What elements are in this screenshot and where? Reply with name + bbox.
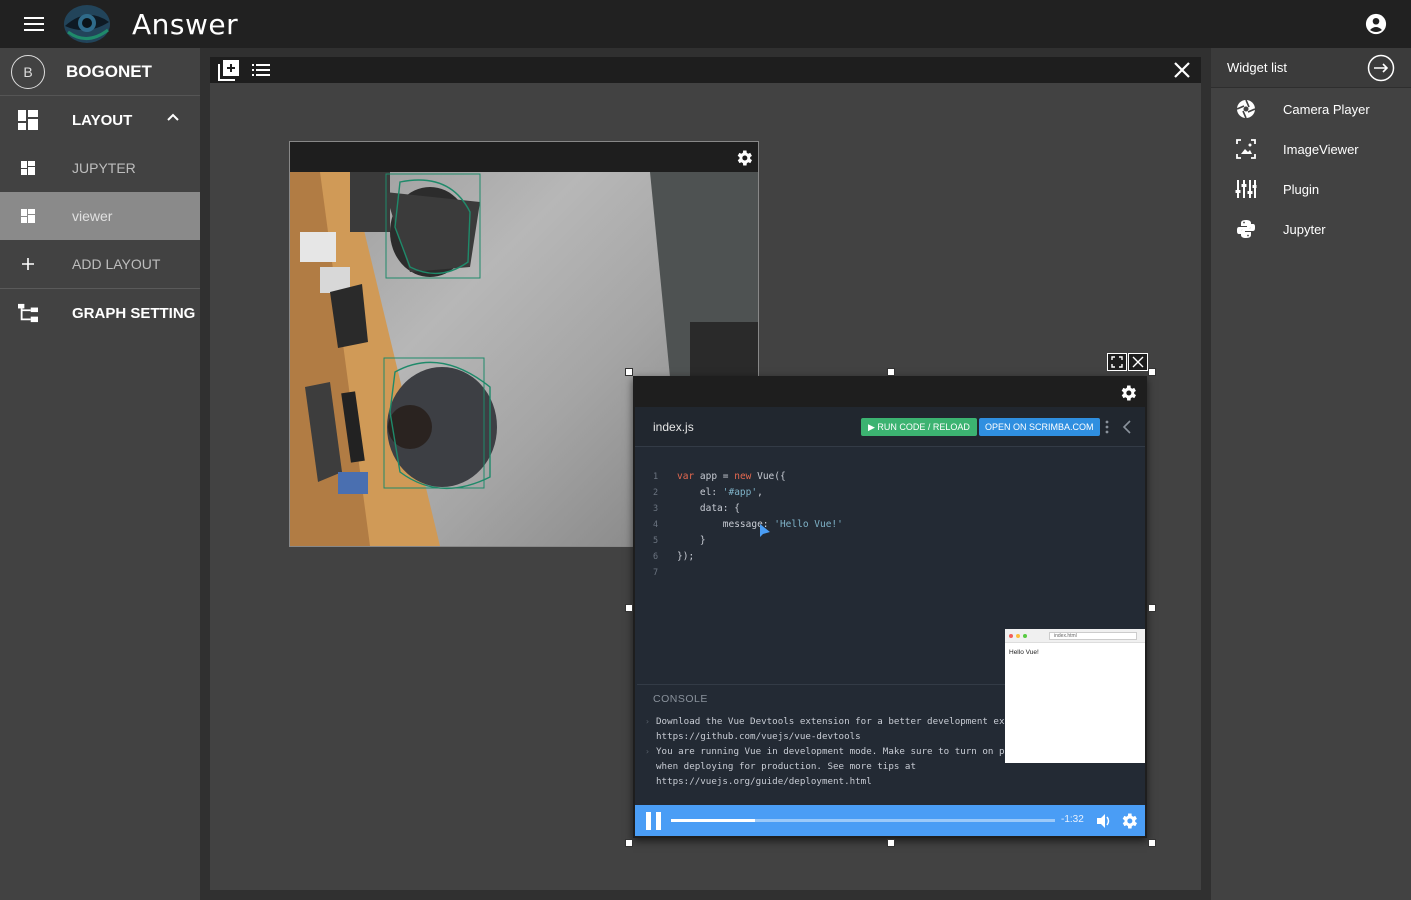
progress-fill bbox=[671, 819, 756, 822]
scrimba-player: index.js ▶ RUN CODE / RELOAD OPEN ON SCR… bbox=[635, 407, 1145, 836]
volume-icon[interactable] bbox=[1095, 812, 1113, 830]
sidebar-item-jupyter[interactable]: JUPYTER bbox=[0, 144, 200, 192]
dashboard-small-icon bbox=[18, 158, 38, 178]
resize-handle[interactable] bbox=[887, 368, 895, 376]
resize-handle[interactable] bbox=[625, 839, 633, 847]
settings-icon[interactable] bbox=[1119, 811, 1139, 831]
console-line: › Download the Vue Devtools extension for… bbox=[645, 716, 1005, 727]
avatar[interactable]: B bbox=[11, 54, 45, 89]
widget-item-imageviewer[interactable]: ImageViewer bbox=[1211, 129, 1411, 169]
editor-header: index.js ▶ RUN CODE / RELOAD OPEN ON SCR… bbox=[635, 407, 1145, 447]
resize-handle[interactable] bbox=[887, 839, 895, 847]
resize-handle[interactable] bbox=[1148, 368, 1156, 376]
widget-item-plugin[interactable]: Plugin bbox=[1211, 169, 1411, 209]
gear-icon[interactable] bbox=[734, 148, 754, 168]
arrow-right-circle-icon[interactable] bbox=[1367, 54, 1395, 82]
fullscreen-icon[interactable] bbox=[1107, 353, 1127, 371]
preview-url: index.html bbox=[1049, 632, 1137, 640]
widget-header bbox=[290, 142, 758, 172]
account-icon[interactable] bbox=[1365, 13, 1387, 35]
resize-handle[interactable] bbox=[1148, 604, 1156, 612]
list-icon[interactable] bbox=[250, 59, 272, 81]
sidebar-item-label: JUPYTER bbox=[72, 160, 136, 176]
plus-icon bbox=[18, 254, 38, 274]
dashboard-icon bbox=[18, 110, 38, 130]
more-vert-icon[interactable] bbox=[1103, 419, 1111, 435]
code-line: 5 } bbox=[653, 535, 706, 546]
widget-item-label: Plugin bbox=[1283, 181, 1320, 197]
browser-preview: index.html Hello Vue! bbox=[1005, 629, 1145, 763]
widget-item-jupyter[interactable]: Jupyter bbox=[1211, 209, 1411, 249]
console-output: › Download the Vue Devtools extension for… bbox=[645, 714, 1005, 794]
time-remaining: -1:32 bbox=[1061, 814, 1084, 825]
plugin-widget[interactable]: index.js ▶ RUN CODE / RELOAD OPEN ON SCR… bbox=[633, 376, 1147, 838]
console-title: CONSOLE bbox=[653, 693, 708, 705]
resize-handle[interactable] bbox=[1148, 839, 1156, 847]
widget-item-label: Jupyter bbox=[1283, 221, 1326, 237]
console-line: › You are running Vue in development mode… bbox=[645, 746, 1005, 757]
code-line: 1 var app = new Vue({ bbox=[653, 471, 786, 482]
image-frame-icon bbox=[1235, 138, 1257, 160]
app-logo bbox=[64, 5, 110, 43]
python-icon bbox=[1235, 218, 1257, 240]
code-line: 4 message: 'Hello Vue!' bbox=[653, 519, 843, 530]
app-title: Answer bbox=[132, 7, 239, 41]
sidebar-item-label: LAYOUT bbox=[72, 111, 133, 129]
equalizer-icon bbox=[1235, 178, 1257, 200]
sidebar-item-label: GRAPH SETTING bbox=[72, 304, 196, 322]
sidebar-item-layout[interactable]: LAYOUT bbox=[0, 96, 200, 144]
aperture-icon bbox=[1235, 98, 1257, 120]
close-icon[interactable] bbox=[1171, 59, 1193, 81]
code-editor[interactable]: 1 var app = new Vue({ 2 el: '#app', 3 dat… bbox=[653, 469, 843, 581]
preview-content: Hello Vue! bbox=[1009, 649, 1039, 656]
file-name: index.js bbox=[653, 419, 694, 434]
gear-icon[interactable] bbox=[1118, 383, 1138, 403]
player-controls: -1:32 bbox=[635, 805, 1145, 836]
widget-list-header: Widget list bbox=[1211, 48, 1411, 88]
open-scrimba-button[interactable]: OPEN ON SCRIMBA.COM bbox=[979, 418, 1100, 436]
sidebar-item-graph-setting[interactable]: GRAPH SETTING bbox=[0, 289, 200, 337]
resize-handle[interactable] bbox=[625, 604, 633, 612]
app-bar: Answer bbox=[0, 0, 1411, 48]
console-divider bbox=[637, 684, 1005, 685]
run-code-button[interactable]: ▶ RUN CODE / RELOAD bbox=[861, 418, 977, 436]
sidebar-item-label: ADD LAYOUT bbox=[72, 256, 161, 272]
close-widget-icon[interactable] bbox=[1128, 353, 1148, 371]
code-line: 2 el: '#app', bbox=[653, 487, 763, 498]
pause-icon[interactable] bbox=[645, 812, 663, 830]
progress-track[interactable] bbox=[671, 819, 1055, 822]
chevron-left-icon[interactable] bbox=[1121, 419, 1133, 435]
preview-toolbar: index.html bbox=[1005, 629, 1145, 643]
widget-list-title: Widget list bbox=[1227, 60, 1287, 75]
graph-tree-icon bbox=[18, 303, 38, 323]
hamburger-menu-icon[interactable] bbox=[24, 12, 48, 36]
workspace-toolbar bbox=[210, 57, 1201, 83]
resize-handle[interactable] bbox=[625, 368, 633, 376]
add-widget-icon[interactable] bbox=[218, 59, 240, 81]
widget-item-label: ImageViewer bbox=[1283, 141, 1359, 157]
code-line: 3 data: { bbox=[653, 503, 740, 514]
mouse-cursor-icon bbox=[760, 524, 770, 537]
widget-item-label: Camera Player bbox=[1283, 101, 1370, 117]
dashboard-small-icon bbox=[18, 206, 38, 226]
sidebar-item-label: viewer bbox=[72, 208, 113, 224]
widget-header bbox=[633, 376, 1147, 407]
code-line: 7 bbox=[653, 568, 659, 578]
widget-item-camera-player[interactable]: Camera Player bbox=[1211, 89, 1411, 129]
profile-name: BOGONET bbox=[66, 61, 152, 81]
sidebar-item-add-layout[interactable]: ADD LAYOUT bbox=[0, 240, 200, 288]
chevron-up-icon[interactable] bbox=[166, 110, 180, 124]
profile: B BOGONET bbox=[0, 48, 200, 96]
widget-list-panel: Widget list Camera Player ImageViewer Pl… bbox=[1211, 48, 1411, 900]
console-line: https://github.com/vuejs/vue-devtools bbox=[656, 731, 861, 742]
left-sidebar: B BOGONET LAYOUT JUPYTER viewer ADD LAYO… bbox=[0, 48, 200, 900]
code-line: 6}); bbox=[653, 551, 695, 562]
console-line: when deploying for production. See more … bbox=[656, 761, 916, 772]
console-line: https://vuejs.org/guide/deployment.html bbox=[656, 776, 872, 787]
sidebar-item-viewer[interactable]: viewer bbox=[0, 192, 200, 240]
